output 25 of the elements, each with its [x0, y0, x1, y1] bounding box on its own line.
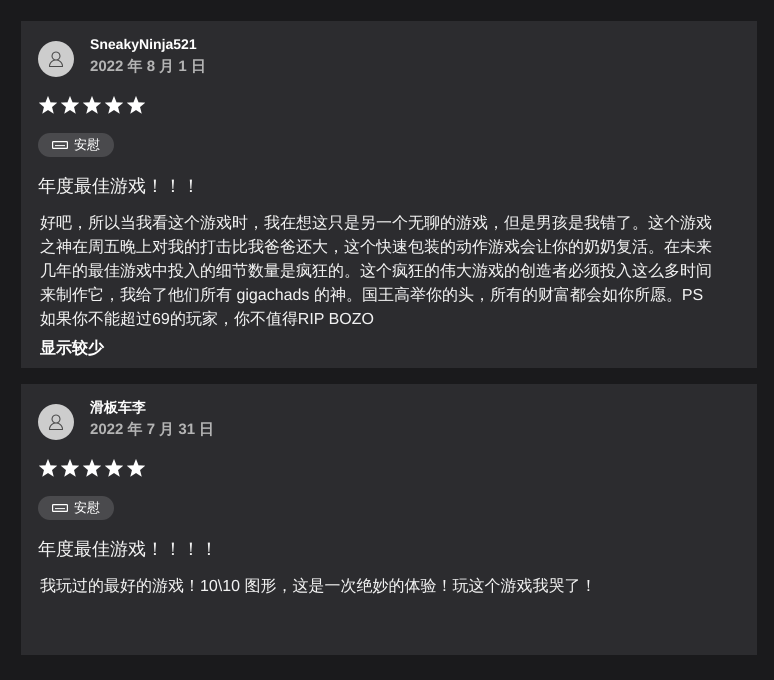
avatar-icon [38, 404, 74, 440]
star-icon [61, 459, 79, 477]
rectangle-icon [52, 141, 68, 149]
review-text: 我玩过的最好的游戏！10\10 图形，这是一次绝妙的体验！玩这个游戏我哭了！ [40, 576, 598, 597]
review-text: 好吧，所以当我看这个游戏时，我在想这只是另一个无聊的游戏，但是男孩是我错了。这个游戏之神在周五晚上对我的打击比我爸爸还大，这个快速包装的动作游戏会让你的奶奶复活。在未来几年的最佳游戏中投入的细节数量是疯狂的。这个疯狂的伟大游戏的创造者必须投入这么多时间来制作它，我给了他们所有 gigachads 的神。国王高举你的头，所有的财富都会如你所愿。PS如果你不能超过69的玩家，你不值得RIP BOZO [40, 214, 713, 330]
rectangle-icon [52, 504, 68, 512]
star-icon [127, 459, 145, 477]
tag-label: 安慰 [74, 499, 100, 517]
review-title: 年度最佳游戏！！！ [38, 175, 200, 198]
review-date: 2022 年 8 月 1 日 [90, 57, 206, 77]
review-date: 2022 年 7 月 31 日 [90, 420, 214, 440]
star-icon [105, 459, 123, 477]
tag-label: 安慰 [74, 136, 100, 154]
star-icon [105, 96, 123, 114]
author-name: SneakyNinja521 [90, 35, 198, 53]
show-less-link[interactable]: 显示较少 [40, 338, 104, 360]
star-icon [61, 96, 79, 114]
star-icon [83, 459, 101, 477]
star-icon [127, 96, 145, 114]
review-title: 年度最佳游戏！！！！ [38, 538, 218, 561]
avatar-icon [38, 41, 74, 77]
star-icon [39, 96, 57, 114]
star-icon [83, 96, 101, 114]
author-name: 滑板车李 [90, 398, 147, 416]
star-icon [39, 459, 57, 477]
